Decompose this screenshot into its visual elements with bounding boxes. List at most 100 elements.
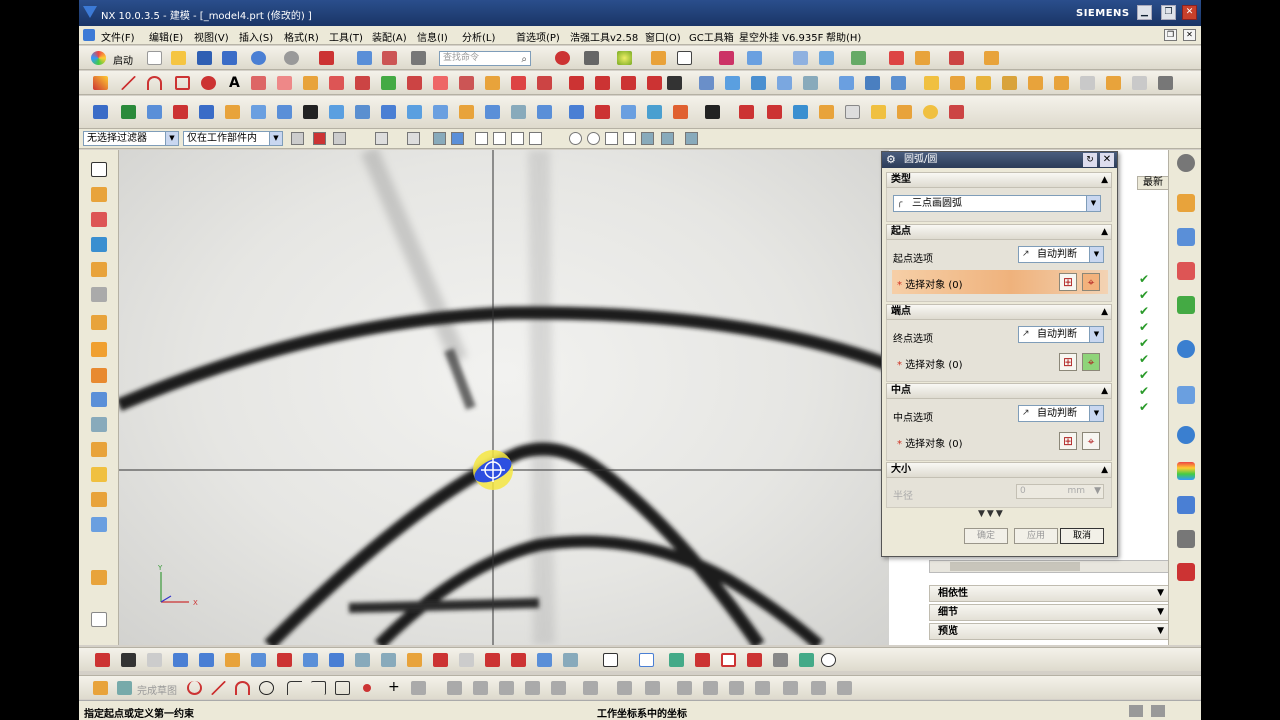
- resize-curve-icon[interactable]: [703, 681, 718, 695]
- chamfer-icon[interactable]: [277, 76, 292, 90]
- face-icon[interactable]: [621, 105, 636, 119]
- search-input[interactable]: 查找命令 ⌕: [439, 51, 531, 66]
- plane-icon[interactable]: [563, 653, 578, 667]
- process-studio-icon[interactable]: [1177, 563, 1195, 581]
- offset-tool-icon[interactable]: [411, 681, 426, 695]
- menu-file[interactable]: 文件(F): [101, 29, 135, 44]
- profile-curve-icon[interactable]: [187, 681, 202, 695]
- finish-sketch-icon[interactable]: [117, 681, 132, 695]
- derived-line-icon[interactable]: [433, 76, 448, 90]
- transform-icon[interactable]: [251, 653, 266, 667]
- snap-grid-icon[interactable]: [669, 653, 684, 667]
- section-view-icon[interactable]: [459, 653, 474, 667]
- part-navigator-icon[interactable]: [1177, 262, 1195, 280]
- block-icon[interactable]: [91, 187, 107, 202]
- menu-analysis[interactable]: 分析(L): [462, 29, 495, 44]
- drawing-icon[interactable]: [537, 105, 552, 119]
- mid-option-dropdown[interactable]: ↗ 自动判断 ▼: [1018, 405, 1104, 422]
- show-constraints-icon[interactable]: [147, 653, 162, 667]
- shaded-face-icon[interactable]: [433, 132, 446, 145]
- extrude-icon[interactable]: [725, 76, 740, 90]
- dialog-close-icon[interactable]: ✕: [1100, 153, 1114, 167]
- red-cube-icon[interactable]: [485, 653, 500, 667]
- project-tool-icon[interactable]: [525, 681, 540, 695]
- profile-icon[interactable]: [93, 76, 108, 90]
- cam-icon[interactable]: [673, 105, 688, 119]
- reuse-library-icon[interactable]: [1177, 296, 1195, 314]
- wcs-icon[interactable]: [747, 51, 762, 65]
- orient-view-icon[interactable]: [651, 51, 666, 65]
- assembly-nav-icon[interactable]: [793, 51, 808, 65]
- measure-icon[interactable]: [357, 51, 372, 65]
- groove-icon[interactable]: [91, 368, 107, 383]
- bom-icon[interactable]: [511, 105, 526, 119]
- solid-select-icon[interactable]: [451, 132, 464, 145]
- reference-set-icon[interactable]: [915, 51, 930, 65]
- sphere-icon[interactable]: [91, 262, 107, 277]
- shell-body-icon[interactable]: [91, 517, 107, 532]
- ok-button[interactable]: 确定: [964, 528, 1008, 544]
- snap-existing-icon[interactable]: [623, 132, 636, 145]
- system-scene-icon[interactable]: [1177, 530, 1195, 548]
- hide-icon[interactable]: [303, 653, 318, 667]
- menu-help[interactable]: 帮助(H): [826, 29, 861, 44]
- electrode-icon[interactable]: [225, 105, 240, 119]
- circle-tool-icon[interactable]: [259, 681, 274, 695]
- sew-icon[interactable]: [1080, 76, 1095, 90]
- mirror-tool-icon[interactable]: [473, 681, 488, 695]
- radius-input[interactable]: 0 mm ▼: [1016, 484, 1104, 499]
- settings-gear-icon[interactable]: [1177, 154, 1195, 172]
- snap-line-icon[interactable]: [493, 132, 506, 145]
- runner-icon[interactable]: [355, 105, 370, 119]
- palette-icon[interactable]: [1177, 462, 1195, 480]
- select-all-icon[interactable]: [313, 132, 326, 145]
- auto-constrain-icon[interactable]: [783, 681, 798, 695]
- constraint-navigator-icon[interactable]: [1177, 228, 1195, 246]
- parts-list-icon[interactable]: [199, 105, 214, 119]
- subtract-icon[interactable]: [91, 442, 107, 457]
- undo-icon[interactable]: [251, 51, 266, 65]
- menu-assembly[interactable]: 装配(A): [372, 29, 407, 44]
- point-snap-icon[interactable]: ⌖: [1082, 432, 1100, 450]
- component-icon[interactable]: [819, 51, 834, 65]
- restore-button[interactable]: ❐: [1161, 5, 1176, 20]
- trim-icon[interactable]: [459, 76, 474, 90]
- edit-icon[interactable]: [225, 653, 240, 667]
- cancel-button[interactable]: 取消: [1060, 528, 1104, 544]
- toolbar-options-icon[interactable]: [1158, 76, 1173, 90]
- deselect-icon[interactable]: [333, 132, 346, 145]
- menu-restore-icon[interactable]: ❐: [1164, 29, 1177, 41]
- copy-icon[interactable]: [382, 51, 397, 65]
- point-dialog-icon[interactable]: ⊞: [1059, 273, 1077, 291]
- panel-preview[interactable]: 预览 ▼: [929, 623, 1169, 640]
- offset-curve-icon[interactable]: [303, 76, 318, 90]
- snap-quadrant-icon[interactable]: [587, 132, 600, 145]
- flag-icon[interactable]: [799, 653, 814, 667]
- snap-endpoint-icon[interactable]: [475, 132, 488, 145]
- conic-icon[interactable]: [647, 76, 662, 90]
- show-icon[interactable]: [329, 653, 344, 667]
- dialog-gear-icon[interactable]: ⚙: [886, 152, 896, 168]
- trim-body-icon[interactable]: [950, 76, 965, 90]
- dimension-icon[interactable]: [984, 51, 999, 65]
- menu-close-icon[interactable]: ✕: [1183, 29, 1196, 41]
- role-icon[interactable]: [1177, 496, 1195, 514]
- start-button[interactable]: 启动: [113, 52, 133, 67]
- crosshair-icon[interactable]: [695, 653, 710, 667]
- redo-icon[interactable]: [284, 51, 299, 65]
- end-select-object-row[interactable]: * 选择对象 (0) ⊞ ⌖: [892, 350, 1108, 374]
- save-icon[interactable]: [197, 51, 212, 65]
- snap-pole-icon[interactable]: [685, 132, 698, 145]
- panel-details[interactable]: 细节 ▼: [929, 604, 1169, 621]
- extend-tool-icon[interactable]: [583, 681, 598, 695]
- snap-intersection-icon[interactable]: [605, 132, 618, 145]
- boolean-icon[interactable]: [777, 76, 792, 90]
- project-curve-icon[interactable]: [381, 76, 396, 90]
- wireframe-icon[interactable]: [381, 653, 396, 667]
- download-icon[interactable]: [93, 105, 108, 119]
- web-browser-icon[interactable]: [1177, 340, 1195, 358]
- rib-icon[interactable]: [91, 392, 107, 407]
- trim-tool-icon[interactable]: [551, 681, 566, 695]
- constraint-icon[interactable]: [851, 51, 866, 65]
- save-as-icon[interactable]: [222, 51, 237, 65]
